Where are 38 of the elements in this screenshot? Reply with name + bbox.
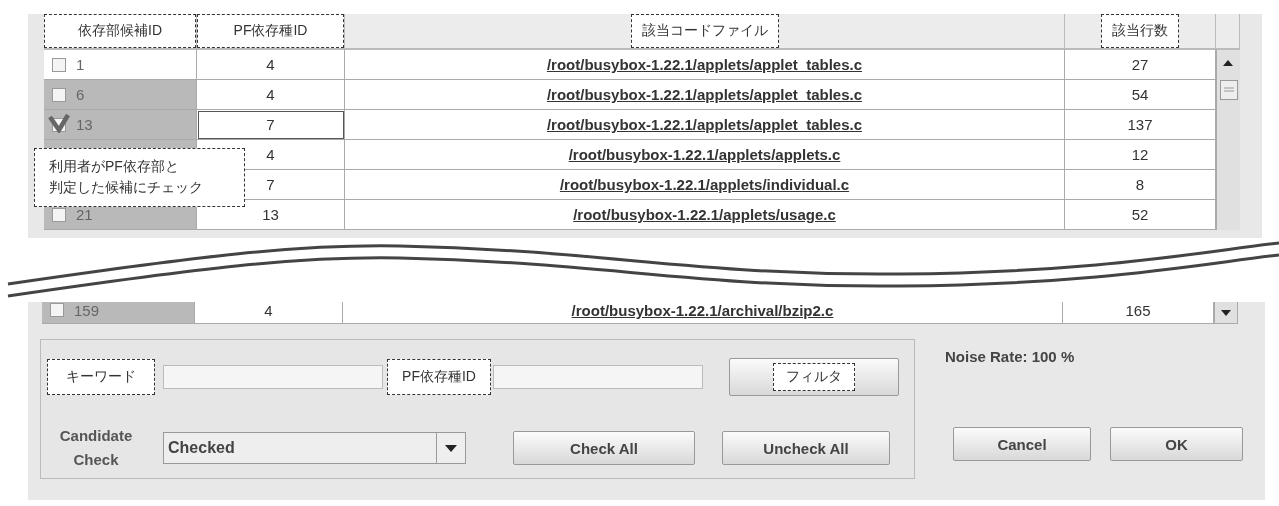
table-cell: 4 [197, 80, 345, 110]
candidate-id: 13 [76, 116, 93, 133]
scroll-up-icon[interactable] [1222, 59, 1234, 67]
scrollbar-thumb[interactable] [1220, 80, 1238, 100]
table-cell: 52 [1065, 200, 1216, 230]
noise-rate-text: Noise Rate: 100 % [945, 348, 1076, 365]
check-all-button[interactable]: Check All [513, 431, 695, 465]
column-header[interactable]: 依存部候補ID [44, 14, 196, 48]
keyword-field[interactable] [163, 365, 383, 389]
ok-button[interactable]: OK [1110, 427, 1243, 461]
table-cell: 27 [1065, 50, 1216, 80]
table-cell: 8 [1065, 170, 1216, 200]
filter-button[interactable]: フィルタ [729, 358, 899, 396]
pf-id-label: PF依存種ID [387, 359, 491, 395]
cancel-button[interactable]: Cancel [953, 427, 1091, 461]
column-header[interactable]: 該当行数 [1101, 14, 1179, 48]
table-cell: 4 [197, 50, 345, 80]
column-header[interactable]: 該当コードファイル [630, 14, 779, 48]
column-header[interactable]: PF依存種ID [197, 14, 344, 48]
table-cell: 137 [1065, 110, 1216, 140]
candidate-dropdown[interactable]: Checked [163, 432, 466, 464]
table-cell: 165 [1063, 302, 1214, 324]
candidate-check-label: Candidate Check [58, 426, 134, 470]
candidate-id: 159 [74, 302, 100, 319]
scroll-down-icon[interactable] [1220, 309, 1232, 317]
table-cell: 7 [197, 110, 345, 140]
dropdown-caret-icon [445, 444, 457, 452]
table-cell: 12 [1065, 140, 1216, 170]
table-cell: 54 [1065, 80, 1216, 110]
candidate-id: 1 [76, 56, 85, 73]
candidate-id: 21 [76, 206, 93, 223]
candidate-id: 6 [76, 86, 85, 103]
checkbox[interactable] [48, 112, 70, 133]
table-cell: 13 [197, 200, 345, 230]
pf-id-field[interactable] [493, 365, 703, 389]
keyword-label: キーワード [47, 359, 155, 395]
uncheck-all-button[interactable]: Uncheck All [722, 431, 890, 465]
table-cell: 4 [195, 302, 343, 324]
